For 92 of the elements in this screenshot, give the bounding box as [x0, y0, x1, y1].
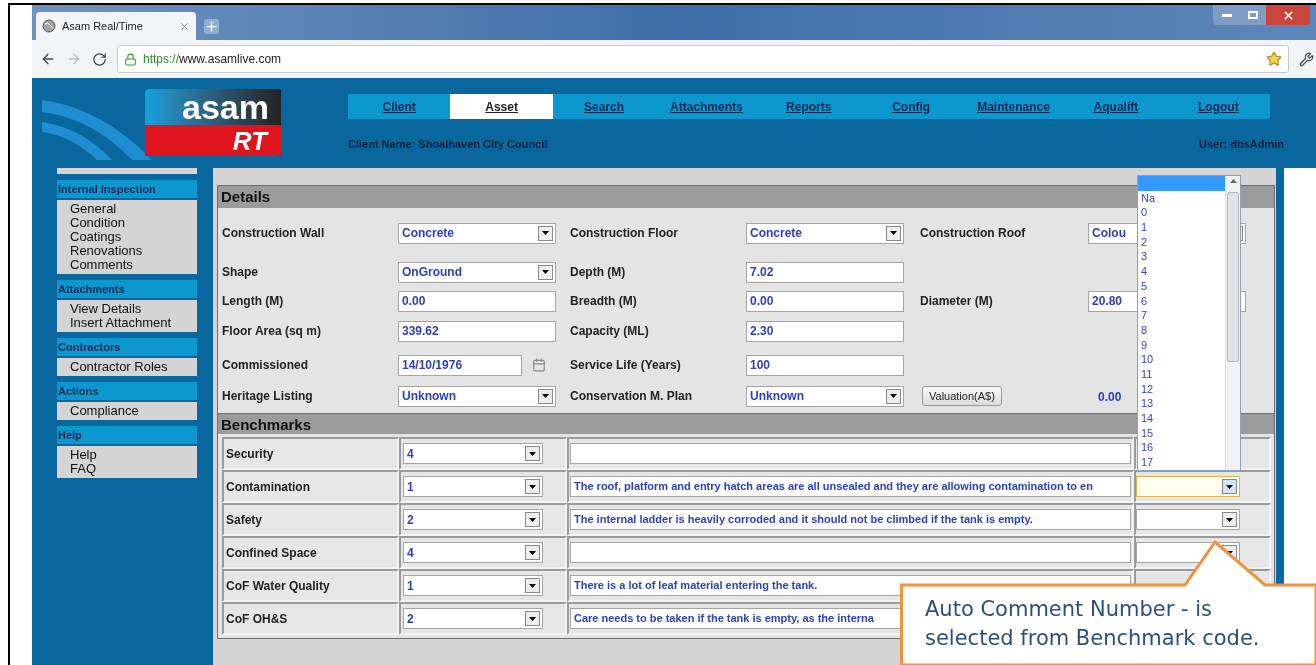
- field-label: Breadth (M): [570, 293, 637, 310]
- nav-tab[interactable]: Client: [348, 94, 451, 119]
- dropdown-field[interactable]: Concrete: [398, 222, 556, 244]
- menu-heading: Internal Inspection: [57, 180, 197, 198]
- dropdown-option[interactable]: 1: [1138, 220, 1225, 235]
- input-field[interactable]: 14/10/1976: [398, 354, 522, 376]
- dropdown-option[interactable]: 5: [1138, 278, 1225, 294]
- input-field[interactable]: 100: [746, 354, 904, 376]
- dropdown-option[interactable]: 16: [1138, 440, 1225, 456]
- dropdown-option[interactable]: 11: [1138, 366, 1225, 382]
- field-label: Diameter (M): [920, 293, 993, 310]
- field-label: Floor Area (sq m): [222, 323, 321, 340]
- menu-heading: Attachments: [57, 280, 197, 298]
- menu-item[interactable]: Insert Attachment: [70, 316, 197, 330]
- input-field[interactable]: 7.02: [746, 261, 904, 283]
- field-label: Depth (M): [570, 264, 626, 281]
- dropdown-option[interactable]: 8: [1138, 322, 1225, 338]
- input-field[interactable]: 0.00: [398, 290, 556, 312]
- dropdown-option[interactable]: 3: [1138, 249, 1225, 265]
- table-cell: CoF Water Quality: [222, 569, 399, 602]
- dropdown-field[interactable]: 2: [403, 608, 543, 629]
- field-label: Heritage Listing: [222, 388, 313, 405]
- dropdown-option[interactable]: 7: [1138, 308, 1225, 323]
- tab-title: Asam Real/Time: [62, 18, 144, 34]
- field-label: Conservation M. Plan: [570, 388, 693, 405]
- nav-tab[interactable]: Logout: [1167, 94, 1270, 119]
- dropdown-field[interactable]: 4: [403, 443, 543, 464]
- dropdown-field[interactable]: 4: [403, 542, 543, 563]
- dropdown-option[interactable]: Na: [1138, 190, 1225, 206]
- input-field[interactable]: 0.00: [746, 290, 904, 312]
- menu-item[interactable]: View Details: [70, 302, 197, 316]
- field-label: Capacity (ML): [570, 323, 649, 340]
- dropdown-option[interactable]: 10: [1138, 352, 1225, 367]
- dropdown-field[interactable]: Concrete: [746, 222, 904, 244]
- dropdown-option[interactable]: 6: [1138, 293, 1225, 309]
- dropdown-option[interactable]: 15: [1138, 425, 1225, 441]
- dropdown-option[interactable]: 4: [1138, 264, 1225, 279]
- address-bar[interactable]: https://www.asamlive.com: [117, 45, 1289, 73]
- dropdown-option[interactable]: 2: [1138, 234, 1225, 250]
- dropdown-option[interactable]: 17: [1138, 455, 1225, 470]
- field-label: Length (M): [222, 293, 284, 310]
- field-label: Construction Wall: [222, 225, 325, 242]
- dropdown-field[interactable]: 1: [403, 575, 543, 596]
- menu-heading: Actions: [57, 382, 197, 400]
- dropdown-option[interactable]: 14: [1138, 411, 1225, 426]
- menu-item[interactable]: Condition: [70, 216, 197, 230]
- nav-tab[interactable]: Attachments: [655, 94, 758, 119]
- field-label: Construction Roof: [920, 225, 1026, 242]
- nav-tab[interactable]: Search: [552, 94, 656, 119]
- dropdown-field[interactable]: Unknown: [746, 385, 904, 407]
- input-field[interactable]: The internal ladder is heavily corroded and it should not be climbed if the tank is empty.: [570, 509, 1131, 530]
- nav-tab[interactable]: Aqualift: [1064, 94, 1168, 119]
- menu-item[interactable]: Help: [70, 448, 197, 462]
- logo: asam RT: [145, 89, 281, 156]
- menu-item[interactable]: FAQ: [70, 462, 197, 476]
- menu-item[interactable]: Compliance: [70, 404, 197, 418]
- browser-tab[interactable]: Asam Real/Time: [36, 12, 196, 40]
- dropdown-option[interactable]: 9: [1138, 337, 1225, 353]
- table-cell: CoF OH&S: [222, 602, 399, 635]
- dropdown-field[interactable]: 1: [403, 476, 543, 497]
- dropdown-field[interactable]: OnGround: [398, 261, 556, 283]
- nav-tab[interactable]: Reports: [757, 94, 860, 119]
- table-cell: Contamination: [222, 470, 399, 503]
- field-label: Service Life (Years): [570, 357, 681, 374]
- table-cell: Confined Space: [222, 536, 399, 569]
- valuation-button[interactable]: Valuation(A$): [922, 386, 1002, 406]
- menu-item[interactable]: Contractor Roles: [70, 360, 197, 374]
- nav-tab[interactable]: Config: [859, 94, 963, 119]
- value-text: 0.00: [1097, 390, 1122, 404]
- dropdown-field[interactable]: Unknown: [398, 385, 556, 407]
- menu-item[interactable]: General: [70, 202, 197, 216]
- input-field[interactable]: 339.62: [398, 320, 556, 342]
- nav-tab[interactable]: Asset: [450, 94, 553, 119]
- field-label: Shape: [222, 264, 258, 281]
- user-name: User: dbsAdmin: [1199, 137, 1284, 152]
- menu-item[interactable]: Renovations: [70, 244, 197, 258]
- menu-heading: Contractors: [57, 338, 197, 356]
- menu-item[interactable]: Comments: [70, 258, 197, 272]
- menu-item[interactable]: Coatings: [70, 230, 197, 244]
- table-cell: Safety: [222, 503, 399, 536]
- dropdown-option[interactable]: 12: [1138, 381, 1225, 397]
- dropdown-option[interactable]: 0: [1138, 205, 1225, 221]
- nav-tab[interactable]: Maintenance: [962, 94, 1065, 119]
- dropdown-field[interactable]: 2: [403, 509, 543, 530]
- field-label: Construction Floor: [570, 225, 678, 242]
- table-cell: Security: [222, 437, 399, 470]
- menu-heading: Help: [57, 426, 197, 444]
- dropdown-option[interactable]: 13: [1138, 396, 1225, 411]
- input-field[interactable]: 2.30: [746, 320, 904, 342]
- field-label: Commissioned: [222, 357, 308, 374]
- input-field[interactable]: The roof, platform and entry hatch areas are all unsealed and they are allowing contamination to en: [570, 476, 1131, 497]
- client-name: Client Name: Shoalhaven City Council: [348, 137, 548, 152]
